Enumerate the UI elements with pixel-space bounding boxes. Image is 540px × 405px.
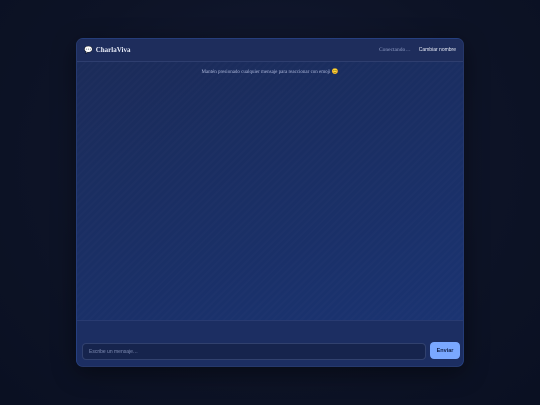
message-list[interactable]: Mantén presionado cualquier mensaje para… [77,62,463,321]
reaction-hint-text: Mantén presionado cualquier mensaje para… [201,70,331,75]
connection-status: Conectando… [378,47,411,53]
reaction-hint: Mantén presionado cualquier mensaje para… [77,69,463,75]
chat-window: 💬 CharlaViva Conectando… Cambiar nombre … [76,38,464,367]
brand: 💬 CharlaViva [84,46,130,54]
speech-bubble-icon: 💬 [84,45,93,54]
change-name-button[interactable]: Cambiar nombre [419,47,456,53]
smiley-emoji-icon: 😊 [331,69,339,75]
message-composer: Enviar [77,320,463,366]
chat-header: 💬 CharlaViva Conectando… Cambiar nombre [77,39,463,62]
app-title: CharlaViva [95,46,131,54]
message-input[interactable] [82,343,426,360]
send-button[interactable]: Enviar [430,342,460,359]
